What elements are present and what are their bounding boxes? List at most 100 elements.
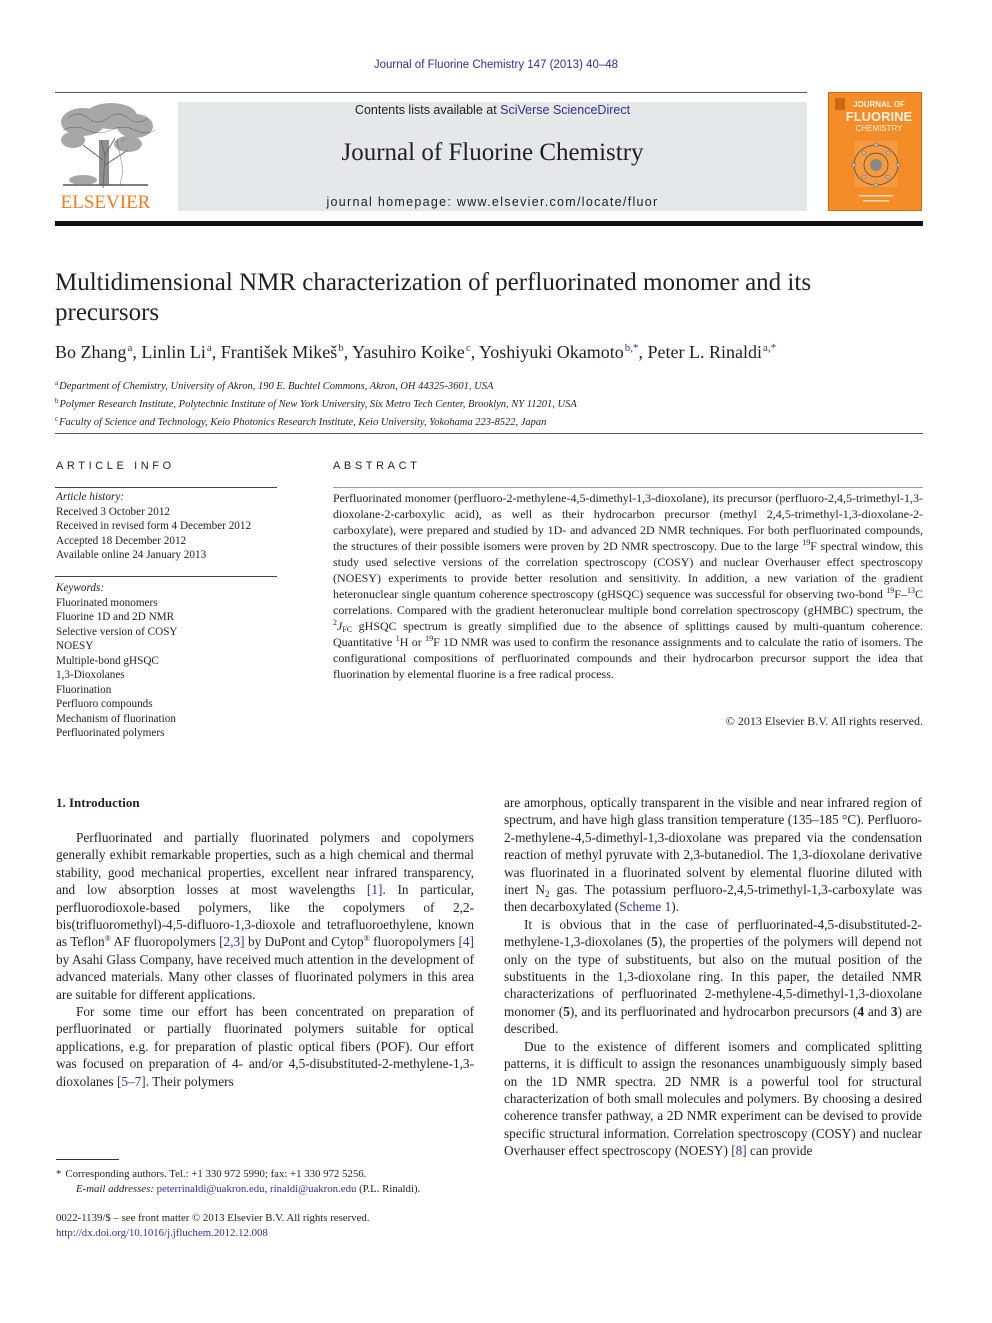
abstract-body: Perfluorinated monomer (perfluoro-2-meth… <box>333 490 923 682</box>
journal-cover-art: JOURNAL OF FLUORINE CHEMISTRY <box>835 98 913 202</box>
author[interactable]: František Mikešb <box>221 342 344 362</box>
atom-nucleus <box>870 159 882 171</box>
footnote-text: Corresponding authors. Tel.: +1 330 972 … <box>65 1168 367 1180</box>
paragraph-text: gas. The potassium perfluoro-2,4,5-trime… <box>504 882 922 915</box>
article-history: Article history: Received 3 October 2012… <box>56 490 251 563</box>
paragraph-text: ). <box>671 899 680 915</box>
citation-link[interactable]: [2,3] <box>219 934 244 949</box>
body-column-right: are amorphous, optically transparent in … <box>504 794 922 1160</box>
contents-prefix: Contents lists available at <box>354 103 501 117</box>
paragraph: For some time our effort has been concen… <box>56 1003 474 1090</box>
coupling-subscript: FC <box>342 625 353 634</box>
author[interactable]: Bo Zhanga <box>55 342 132 362</box>
author-name: Peter L. Rinaldi <box>647 342 762 362</box>
keyword: Perfluorinated polymers <box>56 727 165 739</box>
author[interactable]: Linlin Lia <box>141 342 211 362</box>
paragraph-text: AF fluoropolymers <box>110 934 220 950</box>
issn-copyright-line: 0022-1139/$ – see front matter © 2013 El… <box>56 1212 370 1224</box>
affiliation-text: Department of Chemistry, University of A… <box>59 381 494 392</box>
affiliation: bPolymer Research Institute, Polytechnic… <box>55 394 935 412</box>
keyword: NOESY <box>56 640 94 652</box>
keyword: 1,3-Dioxolanes <box>56 669 125 681</box>
affiliation-key: a <box>55 379 59 387</box>
citation-link[interactable]: [4] <box>458 934 474 949</box>
cover-title-line1: JOURNAL OF <box>853 100 905 109</box>
abstract-text: H or <box>399 635 426 649</box>
abstract-copyright: © 2013 Elsevier B.V. All rights reserved… <box>725 714 923 728</box>
citation-link[interactable]: [1] <box>367 882 383 897</box>
masthead-top-rule <box>55 92 807 93</box>
contents-available-line: Contents lists available at SciVerse Sci… <box>178 103 807 117</box>
author-name: František Mikeš <box>220 342 338 362</box>
doi-link[interactable]: http://dx.doi.org/10.1016/j.jfluchem.201… <box>56 1227 268 1239</box>
affiliation-marker[interactable]: a <box>207 342 212 354</box>
author-name: Yasuhiro Koike <box>352 342 465 362</box>
history-item: Received 3 October 2012 <box>56 505 171 518</box>
body-column-left: Perfluorinated and partially fluorinated… <box>56 829 474 1090</box>
article-info-rule <box>55 487 277 488</box>
citation-link[interactable]: [5–7] <box>117 1074 146 1089</box>
affiliation-marker[interactable]: a,* <box>763 342 776 354</box>
author[interactable]: Yasuhiro Koikec <box>352 342 471 362</box>
section-heading-introduction: 1. Introduction <box>56 795 140 810</box>
cover-title-line2: FLUORINE <box>846 109 913 124</box>
affiliation-marker[interactable]: c <box>466 342 471 354</box>
tree-icon <box>61 103 156 189</box>
author-name: Linlin Li <box>141 342 206 362</box>
journal-cover-thumbnail[interactable]: JOURNAL OF FLUORINE CHEMISTRY <box>828 92 922 211</box>
compound-number[interactable]: 5 <box>651 934 658 949</box>
keyword: Mechanism of fluorination <box>56 712 176 725</box>
paragraph: It is obvious that in the case of perflu… <box>504 916 922 1038</box>
paragraph-text: ), and its perfluorinated and hydrocarbo… <box>569 1003 858 1019</box>
paragraph-text: fluoropolymers <box>369 934 459 950</box>
affiliation-marker[interactable]: b <box>338 342 344 354</box>
email-link[interactable]: peterrinaldi@uakron.edu <box>157 1183 265 1195</box>
affiliation-marker[interactable]: b,* <box>625 342 639 354</box>
paragraph-text: . Their polymers <box>145 1073 234 1089</box>
elsevier-wordmark: ELSEVIER <box>60 192 151 213</box>
keyword-list: Keywords: Fluorinated monomers Fluorine … <box>56 581 178 741</box>
keyword: Fluorination <box>56 683 112 696</box>
cover-title-line3: CHEMISTRY <box>856 124 904 133</box>
paragraph: are amorphous, optically transparent in … <box>504 794 922 916</box>
abstract-heading: ABSTRACT <box>333 460 421 472</box>
affiliation-list: aDepartment of Chemistry, University of … <box>55 376 935 430</box>
scheme-link[interactable]: Scheme 1 <box>619 899 671 914</box>
masthead-bottom-rule <box>55 221 923 226</box>
footnote-line: E-mail addresses: peterrinaldi@uakron.ed… <box>76 1182 496 1197</box>
elsevier-cover-logo <box>835 98 845 110</box>
paragraph-text: can provide <box>746 1143 813 1159</box>
affiliation-key: b <box>55 397 59 405</box>
history-item: Received in revised form 4 December 2012 <box>56 520 252 532</box>
paragraph-text: by Asahi Glass Company, have received mu… <box>56 951 474 1002</box>
email-label: E-mail addresses: <box>76 1182 154 1195</box>
affiliation-text: Faculty of Science and Technology, Keio … <box>59 417 547 428</box>
abstract-text: F– <box>894 587 907 601</box>
citation-link[interactable]: [8] <box>731 1143 747 1158</box>
journal-homepage-link[interactable]: journal homepage: www.elsevier.com/locat… <box>178 195 807 209</box>
footnote-marker: * <box>56 1168 62 1180</box>
isotope-superscript: 19 <box>425 634 434 643</box>
running-head[interactable]: Journal of Fluorine Chemistry 147 (2013)… <box>0 59 992 71</box>
paragraph-text: Due to the existence of different isomer… <box>504 1038 922 1159</box>
author-name: Yoshiyuki Okamoto <box>479 342 624 362</box>
sciencedirect-link[interactable]: SciVerse ScienceDirect <box>500 103 630 117</box>
keyword: Perfluoro compounds <box>56 698 153 710</box>
article-title: Multidimensional NMR characterization of… <box>55 269 812 326</box>
keywords-label: Keywords: <box>56 582 105 594</box>
affiliation-marker[interactable]: a <box>128 342 133 354</box>
compound-number[interactable]: 5 <box>563 1004 570 1019</box>
author-name: Bo Zhang <box>55 342 127 362</box>
author[interactable]: Peter L. Rinaldia,* <box>648 342 777 362</box>
journal-title: Journal of Fluorine Chemistry <box>341 139 644 166</box>
affiliation: aDepartment of Chemistry, University of … <box>55 376 935 394</box>
author[interactable]: Yoshiyuki Okamotob,* <box>479 342 638 362</box>
history-label: Article history: <box>56 491 125 503</box>
abstract-rule <box>333 487 923 488</box>
keyword: Fluorine 1D and 2D NMR <box>56 611 175 623</box>
keyword: Selective version of COSY <box>56 625 178 638</box>
email-link[interactable]: rinaldi@uakron.edu <box>270 1183 356 1195</box>
compound-number[interactable]: 3 <box>891 1004 898 1019</box>
affiliation-text: Polymer Research Institute, Polytechnic … <box>59 399 577 410</box>
footnote-line: * Corresponding authors. Tel.: +1 330 972… <box>56 1167 496 1182</box>
